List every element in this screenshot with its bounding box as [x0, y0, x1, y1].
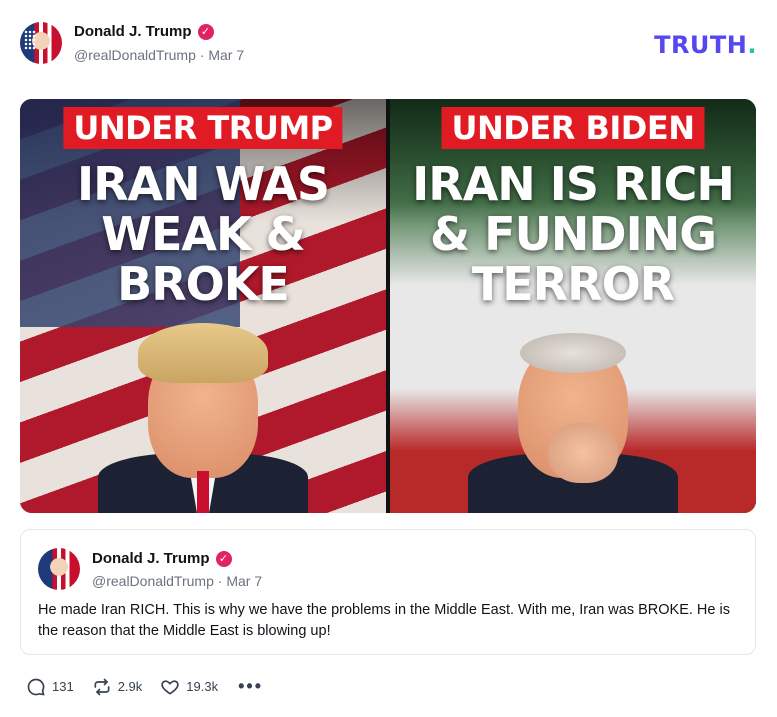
- like-button[interactable]: 19.3k: [160, 677, 218, 697]
- author-name-row: Donald J. Trump ✓: [74, 23, 214, 40]
- retruth-button[interactable]: 2.9k: [92, 677, 143, 697]
- author-name[interactable]: Donald J. Trump: [74, 23, 192, 40]
- more-icon: •••: [238, 676, 263, 696]
- retruth-icon: [94, 678, 110, 695]
- more-options-button[interactable]: •••: [238, 676, 263, 697]
- right-headline-line: & FUNDING: [430, 207, 717, 261]
- quoted-author-handle[interactable]: @realDonaldTrump: [92, 573, 214, 589]
- left-headline-line: IRAN WAS: [76, 157, 330, 211]
- left-headline-line: WEAK &: [101, 207, 306, 261]
- right-banner: UNDER BIDEN: [441, 107, 705, 149]
- reply-icon: [27, 678, 45, 696]
- verified-badge-icon: ✓: [215, 550, 232, 567]
- author-handle-row: @realDonaldTrump · Mar 7: [74, 47, 244, 63]
- post-header: Donald J. Trump ✓ @realDonaldTrump · Mar…: [20, 22, 757, 66]
- portrait-left: [98, 323, 308, 513]
- like-count: 19.3k: [186, 679, 219, 694]
- verified-badge-icon: ✓: [197, 23, 214, 40]
- quoted-author-name-row: Donald J. Trump ✓: [92, 550, 232, 567]
- post-image[interactable]: UNDER TRUMP IRAN WAS WEAK & BROKE UNDER …: [20, 99, 756, 513]
- portrait-right: [468, 323, 678, 513]
- media-panel-right: UNDER BIDEN IRAN IS RICH & FUNDING TERRO…: [390, 99, 756, 513]
- quoted-handle-row: @realDonaldTrump · Mar 7: [92, 573, 262, 589]
- left-banner: UNDER TRUMP: [63, 107, 343, 149]
- logo-text: TRUTH: [654, 31, 748, 59]
- author-avatar[interactable]: [20, 22, 62, 64]
- left-headline: IRAN WAS WEAK & BROKE: [20, 159, 386, 309]
- reply-button[interactable]: 131: [26, 677, 74, 697]
- author-handle[interactable]: @realDonaldTrump: [74, 47, 196, 63]
- right-headline-line: IRAN IS RICH: [412, 157, 735, 211]
- right-headline-line: TERROR: [471, 257, 675, 311]
- post-actions: 131 2.9k 19.3k •••: [26, 676, 263, 697]
- truth-social-logo[interactable]: TRUTH.: [654, 31, 757, 59]
- quoted-post-card[interactable]: Donald J. Trump ✓ @realDonaldTrump · Mar…: [20, 529, 756, 655]
- handle-separator: ·: [217, 573, 223, 589]
- left-headline-line: BROKE: [117, 257, 290, 311]
- quoted-author-avatar[interactable]: [38, 548, 80, 590]
- quoted-post-date[interactable]: Mar 7: [226, 573, 262, 589]
- right-headline: IRAN IS RICH & FUNDING TERROR: [390, 159, 756, 309]
- quoted-post-text: He made Iran RICH. This is why we have t…: [38, 602, 730, 639]
- reply-count: 131: [52, 679, 74, 694]
- handle-separator: ·: [199, 47, 205, 63]
- quoted-author-name[interactable]: Donald J. Trump: [92, 550, 210, 567]
- media-panel-left: UNDER TRUMP IRAN WAS WEAK & BROKE: [20, 99, 387, 513]
- logo-dot: .: [747, 31, 757, 59]
- retruth-count: 2.9k: [117, 679, 143, 694]
- heart-icon: [161, 679, 179, 695]
- post-date[interactable]: Mar 7: [208, 47, 244, 63]
